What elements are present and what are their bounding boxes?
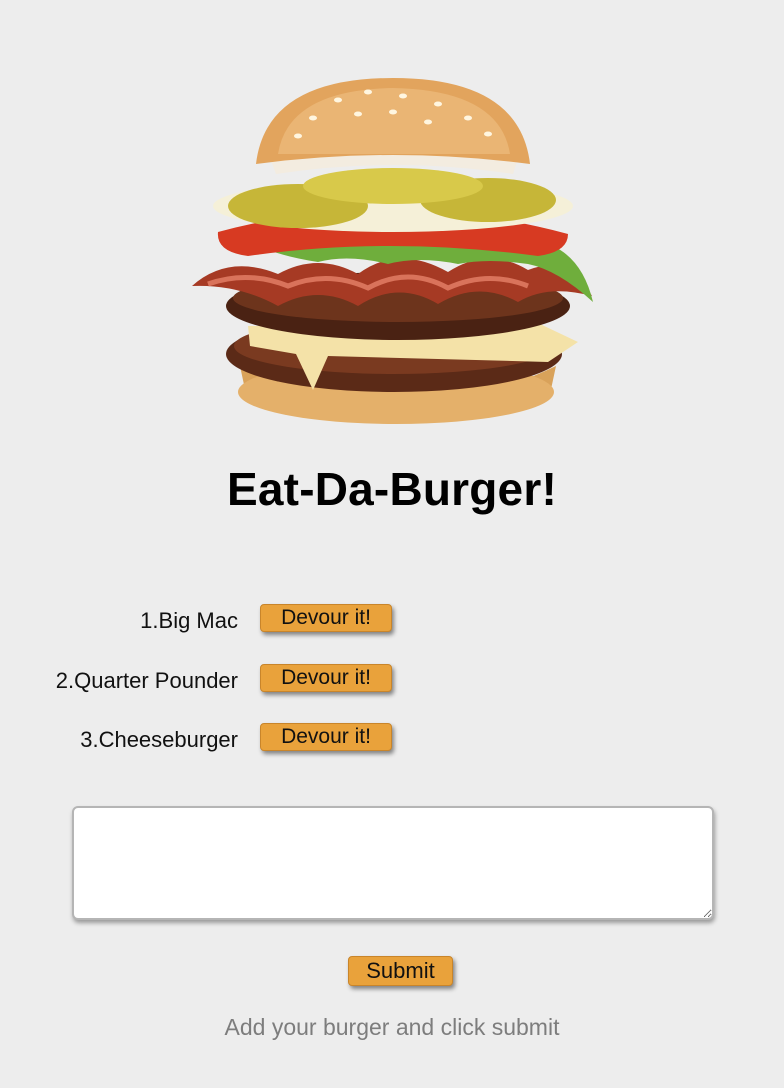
- burger-name: 3.Cheeseburger: [80, 727, 238, 752]
- list-item: 2.Quarter Pounder Devour it!: [0, 664, 784, 698]
- devour-button[interactable]: Devour it!: [260, 723, 392, 751]
- devour-button[interactable]: Devour it!: [260, 604, 392, 632]
- list-item: 3.Cheeseburger Devour it!: [0, 723, 784, 757]
- burger-image: [192, 78, 593, 424]
- list-item: 1.Big Mac Devour it!: [0, 604, 784, 638]
- instruction-text: Add your burger and click submit: [224, 1014, 560, 1040]
- burger-name: 1.Big Mac: [140, 608, 238, 633]
- page-title: Eat-Da-Burger!: [227, 463, 557, 515]
- burger-name: 2.Quarter Pounder: [55, 668, 238, 693]
- page: Eat-Da-Burger! 1.Big Mac Devour it! 2.Qu…: [0, 0, 784, 1088]
- burger-name-input[interactable]: [72, 806, 714, 920]
- submit-button[interactable]: Submit: [348, 956, 453, 986]
- devour-button[interactable]: Devour it!: [260, 664, 392, 692]
